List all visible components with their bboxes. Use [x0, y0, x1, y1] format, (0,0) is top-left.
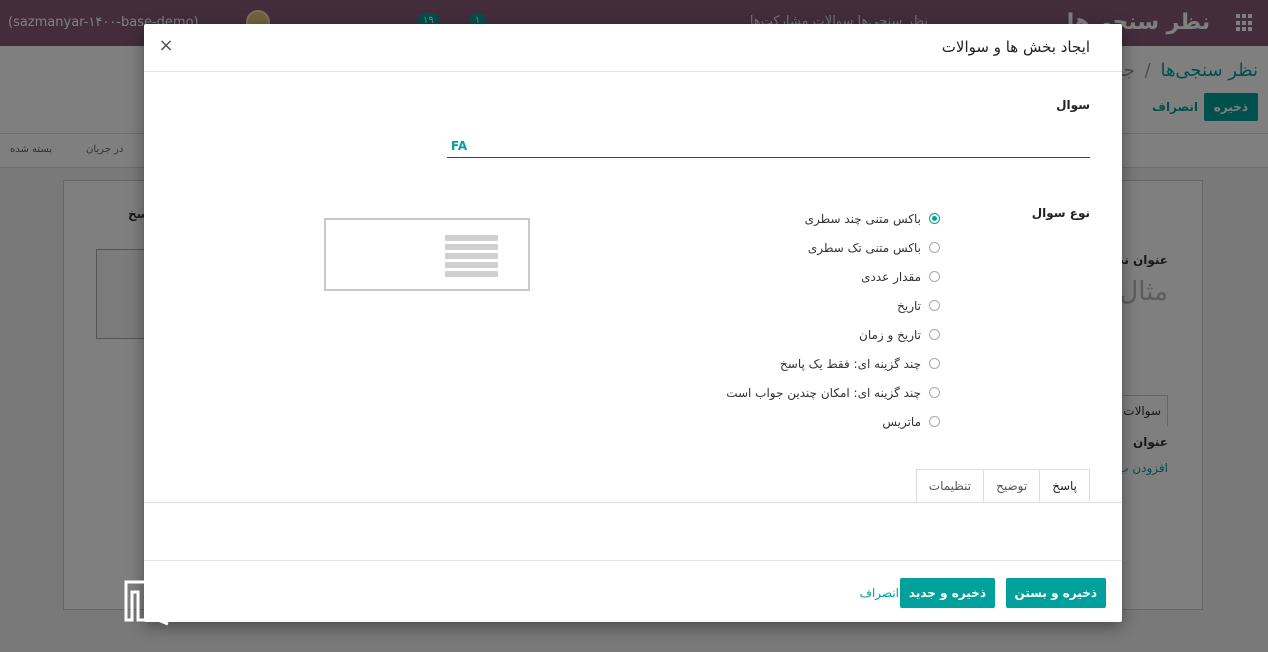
question-type-option-label: چند گزینه ای: امکان چندین جواب است	[726, 385, 921, 400]
question-type-preview	[324, 218, 530, 291]
close-icon[interactable]: ×	[154, 34, 178, 58]
question-label: سوال	[1056, 98, 1090, 112]
radio-unchecked-icon[interactable]	[929, 416, 940, 427]
question-type-option[interactable]: ماتریس	[726, 407, 940, 436]
tabs-divider	[144, 502, 1122, 503]
radio-unchecked-icon[interactable]	[929, 242, 940, 253]
question-type-option[interactable]: مقدار عددی	[726, 262, 940, 291]
modal-tabs: پاسخ توضیح تنظیمات	[915, 469, 1090, 503]
question-type-option[interactable]: باکس متنی چند سطری	[726, 204, 940, 233]
tab-answers[interactable]: پاسخ	[1039, 469, 1090, 503]
question-type-option-label: چند گزینه ای: فقط یک پاسخ	[780, 356, 921, 371]
question-type-option[interactable]: باکس متنی تک سطری	[726, 233, 940, 262]
question-type-option-label: ماتریس	[882, 414, 921, 429]
radio-unchecked-icon[interactable]	[929, 300, 940, 311]
modal-title: ایجاد بخش ها و سوالات	[941, 38, 1090, 56]
question-type-label: نوع سوال	[1031, 206, 1090, 220]
modal-header: ایجاد بخش ها و سوالات ×	[144, 24, 1122, 72]
question-type-option[interactable]: چند گزینه ای: امکان چندین جواب است	[726, 378, 940, 407]
question-type-option-label: تاریخ و زمان	[859, 327, 921, 342]
question-type-option-label: باکس متنی تک سطری	[807, 240, 921, 255]
question-type-option[interactable]: چند گزینه ای: فقط یک پاسخ	[726, 349, 940, 378]
question-input[interactable]	[447, 134, 1090, 158]
save-new-button[interactable]: ذخیره و جدید	[899, 578, 995, 608]
radio-unchecked-icon[interactable]	[929, 387, 940, 398]
modal-footer: ذخیره و بستن ذخیره و جدید انصراف	[144, 560, 1122, 622]
watermark-logo	[20, 578, 170, 628]
radio-unchecked-icon[interactable]	[929, 358, 940, 369]
question-type-option-label: تاریخ	[897, 298, 921, 313]
create-question-dialog: ایجاد بخش ها و سوالات × سوال نوع سوال با…	[144, 24, 1122, 622]
save-close-button[interactable]: ذخیره و بستن	[1005, 578, 1106, 608]
question-type-radio-group: باکس متنی چند سطری باکس متنی تک سطری مقدار…	[726, 204, 940, 436]
tab-settings[interactable]: تنظیمات	[915, 469, 985, 503]
tab-description[interactable]: توضیح	[983, 469, 1041, 503]
radio-unchecked-icon[interactable]	[929, 329, 940, 340]
question-type-option[interactable]: تاریخ	[726, 291, 940, 320]
discard-button[interactable]: انصراف	[860, 578, 899, 608]
radio-checked-icon[interactable]	[929, 213, 940, 224]
radio-unchecked-icon[interactable]	[929, 271, 940, 282]
watermark-icon	[124, 580, 169, 626]
question-type-option[interactable]: تاریخ و زمان	[726, 320, 940, 349]
question-type-option-label: باکس متنی چند سطری	[804, 211, 921, 226]
question-type-option-label: مقدار عددی	[861, 269, 921, 284]
